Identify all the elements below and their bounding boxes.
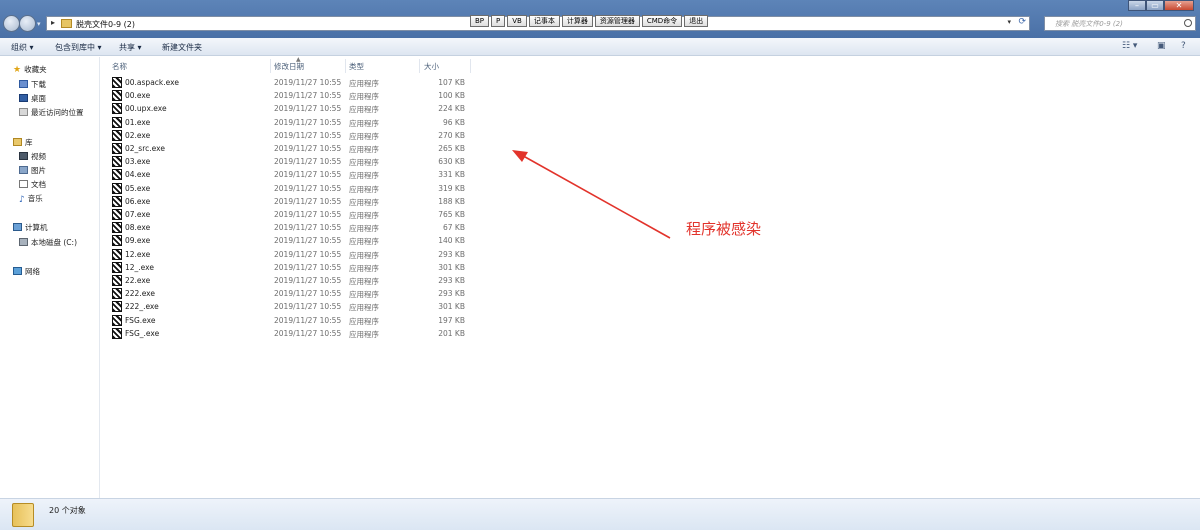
annotation-arrow: [512, 150, 671, 239]
folder-icon: [12, 503, 34, 527]
status-bar: 20 个对象: [0, 498, 1200, 530]
annotation-label: 程序被感染: [686, 220, 762, 238]
item-count: 20 个对象: [49, 506, 86, 515]
